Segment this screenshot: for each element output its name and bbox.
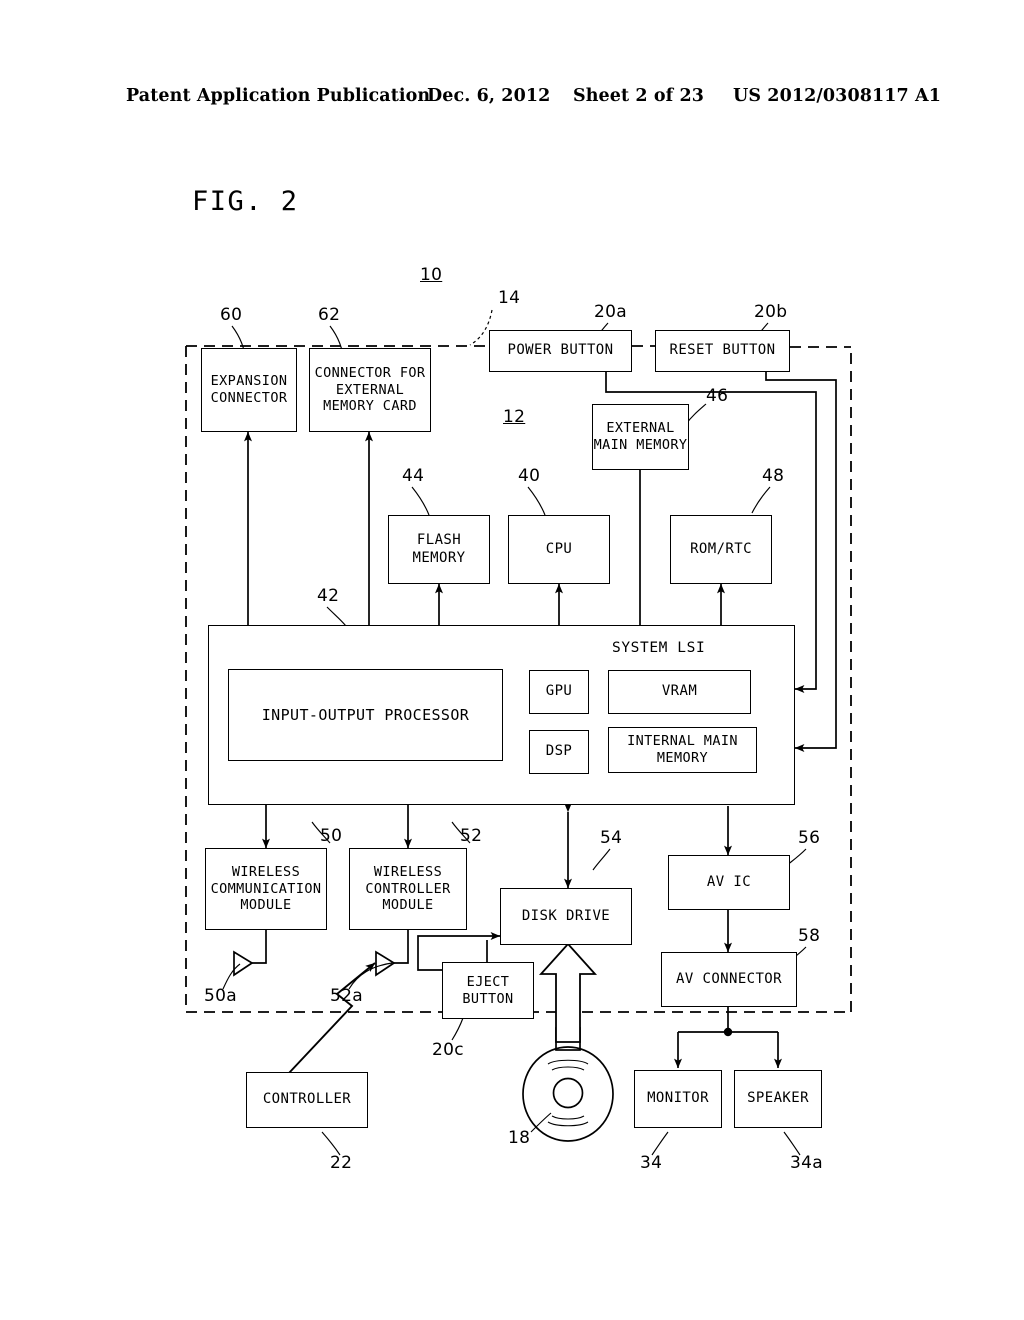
block-power-button[interactable]: POWER BUTTON [489, 330, 632, 372]
ref-56: 56 [798, 828, 821, 848]
system-lsi-title: SYSTEM LSI [612, 640, 706, 656]
ref-60: 60 [220, 305, 243, 325]
figure-label: FIG. 2 [192, 186, 299, 217]
block-gpu[interactable]: GPU [529, 670, 589, 714]
ref-50: 50 [320, 826, 343, 846]
block-av-connector[interactable]: AV CONNECTOR [661, 952, 797, 1007]
block-dsp[interactable]: DSP [529, 730, 589, 774]
block-av-ic[interactable]: AV IC [668, 855, 790, 910]
block-cpu[interactable]: CPU [508, 515, 610, 584]
block-reset-button[interactable]: RESET BUTTON [655, 330, 790, 372]
ref-58: 58 [798, 926, 821, 946]
ref-20c: 20c [432, 1040, 464, 1060]
ref-console-10: 10 [420, 265, 443, 285]
block-controller[interactable]: CONTROLLER [246, 1072, 368, 1128]
block-internal-main-memory[interactable]: INTERNAL MAIN MEMORY [608, 727, 757, 773]
block-eject-button[interactable]: EJECT BUTTON [442, 962, 534, 1019]
header-sheet: Sheet 2 of 23 [573, 86, 705, 106]
block-speaker[interactable]: SPEAKER [734, 1070, 822, 1128]
ref-20b: 20b [754, 302, 788, 322]
ref-54: 54 [600, 828, 623, 848]
ref-board-12: 12 [503, 407, 526, 427]
block-wireless-controller-module[interactable]: WIRELESS CONTROLLER MODULE [349, 848, 467, 930]
block-external-main-memory[interactable]: EXTERNAL MAIN MEMORY [592, 404, 689, 470]
block-monitor[interactable]: MONITOR [634, 1070, 722, 1128]
block-flash-memory[interactable]: FLASH MEMORY [388, 515, 490, 584]
ref-40: 40 [518, 466, 541, 486]
ref-42: 42 [317, 586, 340, 606]
block-input-output-processor[interactable]: INPUT-OUTPUT PROCESSOR [228, 669, 503, 761]
ref-boundary-14: 14 [498, 288, 521, 308]
ref-46: 46 [706, 386, 729, 406]
header-publication: Patent Application Publication [126, 86, 431, 106]
ref-20a: 20a [594, 302, 627, 322]
ref-52: 52 [460, 826, 483, 846]
ref-34: 34 [640, 1153, 663, 1173]
block-vram[interactable]: VRAM [608, 670, 751, 714]
page-header: Patent Application Publication Dec. 6, 2… [0, 86, 1024, 110]
header-pub-number: US 2012/0308117 A1 [733, 86, 941, 106]
block-connector-external-memory-card[interactable]: CONNECTOR FOR EXTERNAL MEMORY CARD [309, 348, 431, 432]
ref-50a: 50a [204, 986, 237, 1006]
ref-48: 48 [762, 466, 785, 486]
header-date: Dec. 6, 2012 [427, 86, 551, 106]
block-disk-drive[interactable]: DISK DRIVE [500, 888, 632, 945]
block-rom-rtc[interactable]: ROM/RTC [670, 515, 772, 584]
ref-22: 22 [330, 1153, 353, 1173]
block-wireless-communication-module[interactable]: WIRELESS COMMUNICATION MODULE [205, 848, 327, 930]
ref-34a: 34a [790, 1153, 823, 1173]
block-expansion-connector[interactable]: EXPANSION CONNECTOR [201, 348, 297, 432]
ref-62: 62 [318, 305, 341, 325]
ref-52a: 52a [330, 986, 363, 1006]
ref-44: 44 [402, 466, 425, 486]
patent-drawing-sheet: Patent Application Publication Dec. 6, 2… [0, 0, 1024, 1320]
ref-18: 18 [508, 1128, 531, 1148]
